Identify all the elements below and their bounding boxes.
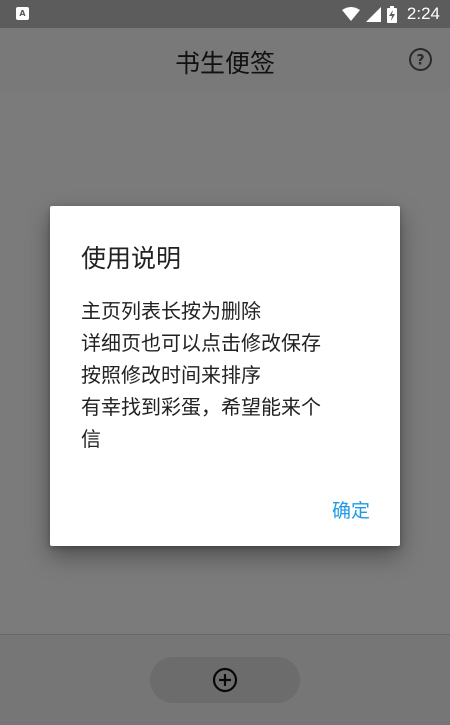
ok-button[interactable]: 确定 [332,496,370,523]
app-notification-icon: A [16,7,29,20]
dialog-line: 有幸找到彩蛋，希望能来个 [81,395,321,419]
wifi-icon [341,7,360,21]
status-icons: 2:24 [341,0,440,28]
dialog-line: 主页列表长按为删除 [81,299,261,323]
dialog-title: 使用说明 [81,244,182,273]
dialog-line: 按照修改时间来排序 [81,363,261,387]
status-bar: A 2:24 [0,0,450,28]
signal-icon [365,6,381,22]
dialog-message: 主页列表长按为删除 详细页也可以点击修改保存 按照修改时间来排序 有幸找到彩蛋，… [81,295,371,455]
instructions-dialog: 使用说明 主页列表长按为删除 详细页也可以点击修改保存 按照修改时间来排序 有幸… [50,206,400,546]
battery-charging-icon [386,5,397,23]
dialog-line: 信 [81,427,101,451]
status-time: 2:24 [406,4,440,23]
dialog-line: 详细页也可以点击修改保存 [81,331,321,355]
